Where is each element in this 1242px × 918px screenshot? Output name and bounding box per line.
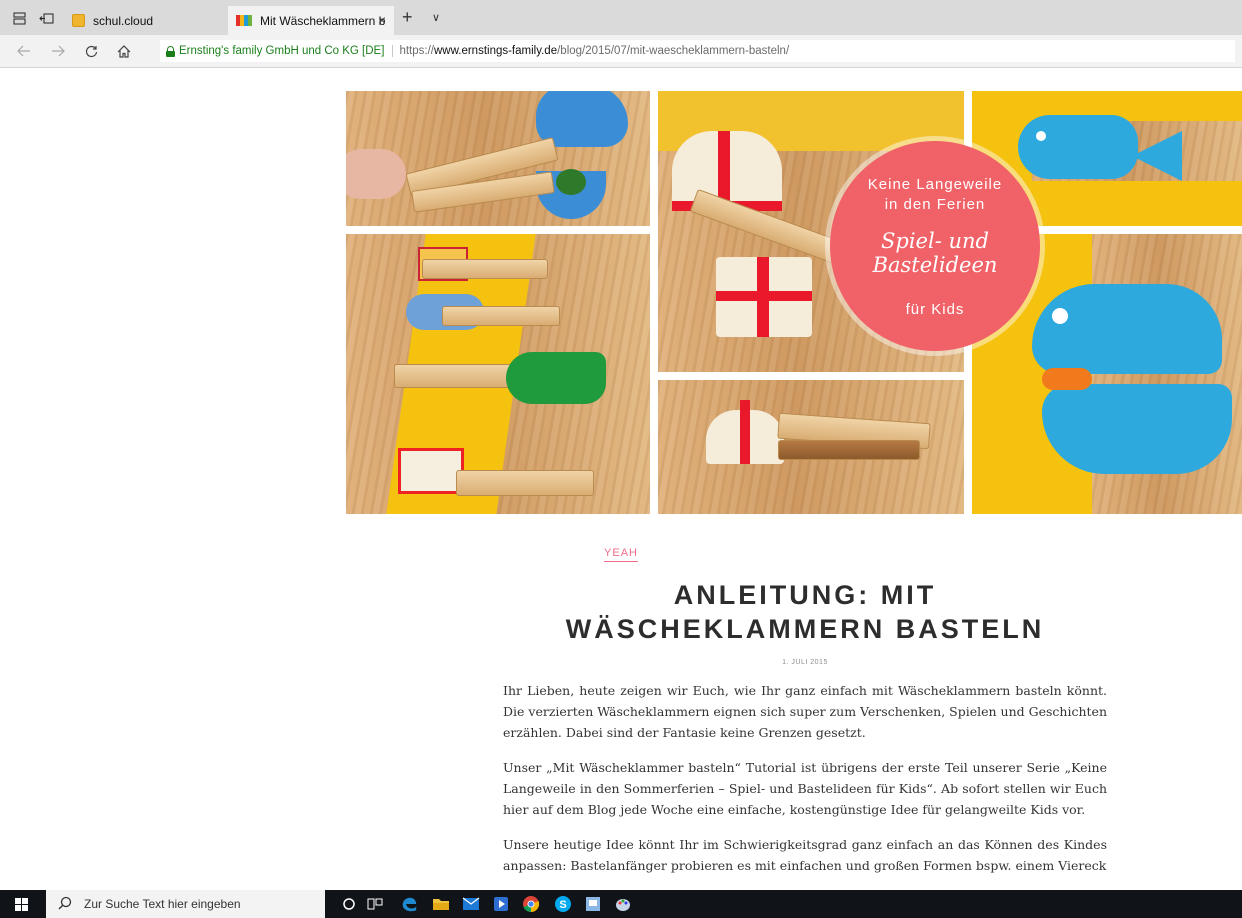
collage-alles-liebe-clothespin xyxy=(658,380,964,514)
tabs-aside-icon[interactable] xyxy=(9,8,29,28)
forward-arrow-icon[interactable] xyxy=(47,41,69,61)
url-host: www.ernstings-family.de xyxy=(433,45,558,57)
url-scheme: https:// xyxy=(399,45,434,57)
article-title-line-1: ANLEITUNG: MIT xyxy=(673,580,937,610)
svg-text:S: S xyxy=(559,899,566,911)
category-link[interactable]: YEAH xyxy=(604,547,638,562)
collage-cloud-clothespin xyxy=(346,91,650,226)
chrome-icon[interactable] xyxy=(522,895,540,913)
article-title: ANLEITUNG: MIT WÄSCHEKLAMMERN BASTELN xyxy=(503,578,1107,646)
schul-cloud-favicon-icon xyxy=(72,14,85,27)
task-view-icon[interactable] xyxy=(366,895,384,913)
hero-collage-image: Keine Langeweile in den Ferien Spiel- un… xyxy=(346,91,1242,514)
tab-list-chevron-icon[interactable]: ∨ xyxy=(432,11,440,24)
category-link-wrapper: YEAH xyxy=(0,543,1242,562)
home-icon[interactable] xyxy=(113,41,135,61)
badge-line-1: Keine Langeweile xyxy=(867,175,1003,193)
file-explorer-icon[interactable] xyxy=(432,895,450,913)
url-path: /blog/2015/07/mit-waescheklammern-bastel… xyxy=(557,45,790,57)
media-player-icon[interactable] xyxy=(492,895,510,913)
badge-line-3: Spiel- und Bastelideen xyxy=(872,228,998,277)
edge-icon[interactable] xyxy=(400,895,418,913)
article-paragraph: Unsere heutige Idee könnt Ihr im Schwier… xyxy=(503,837,1107,873)
address-bar[interactable]: Ernsting's family GmbH und Co KG [DE] ht… xyxy=(160,40,1235,62)
browser-navigation-bar: Ernsting's family GmbH und Co KG [DE] ht… xyxy=(0,35,1242,68)
badge-line-4: für Kids xyxy=(905,300,965,318)
ferien-badge: Keine Langeweile in den Ferien Spiel- un… xyxy=(830,141,1040,351)
collage-clothespin-row xyxy=(346,234,650,514)
show-tabs-icon[interactable] xyxy=(36,8,56,28)
mail-icon[interactable] xyxy=(462,895,480,913)
taskbar-search-box[interactable]: Zur Suche Text hier eingeben xyxy=(46,890,325,918)
skype-icon[interactable]: S xyxy=(554,895,572,913)
cortana-icon[interactable] xyxy=(340,895,358,913)
windows-start-icon[interactable] xyxy=(15,898,28,911)
certificate-owner[interactable]: Ernsting's family GmbH und Co KG [DE] xyxy=(179,45,394,57)
close-tab-icon[interactable]: × xyxy=(378,12,386,28)
article-date: 1. JULI 2015 xyxy=(782,659,828,666)
tab-ernstings-blog[interactable]: Mit Wäscheklammern b × xyxy=(228,6,394,35)
article-title-line-2: WÄSCHEKLAMMERN BASTELN xyxy=(565,614,1045,644)
article-body: Ihr Lieben, heute zeigen wir Euch, wie I… xyxy=(503,680,1107,890)
search-icon xyxy=(58,896,74,913)
badge-line-2: in den Ferien xyxy=(884,195,986,213)
browser-tab-strip: schul.cloud Mit Wäscheklammern b × + ∨ xyxy=(0,0,1242,35)
windows-taskbar: Zur Suche Text hier eingeben S xyxy=(0,890,1242,918)
refresh-icon[interactable] xyxy=(80,41,102,61)
tab-title: schul.cloud xyxy=(93,13,154,28)
ernstings-favicon-icon xyxy=(236,15,252,26)
paint-icon[interactable] xyxy=(614,895,632,913)
lock-icon[interactable] xyxy=(166,45,175,57)
notes-icon[interactable] xyxy=(584,895,602,913)
article-paragraph: Ihr Lieben, heute zeigen wir Euch, wie I… xyxy=(503,683,1107,740)
tab-title: Mit Wäscheklammern b xyxy=(260,13,386,28)
taskbar-search-placeholder: Zur Suche Text hier eingeben xyxy=(84,897,241,911)
new-tab-button[interactable]: + xyxy=(402,8,413,26)
article-paragraph: Unser „Mit Wäscheklammer basteln“ Tutori… xyxy=(503,760,1107,817)
tab-schul-cloud[interactable]: schul.cloud xyxy=(64,6,226,35)
back-arrow-icon[interactable] xyxy=(13,41,35,61)
